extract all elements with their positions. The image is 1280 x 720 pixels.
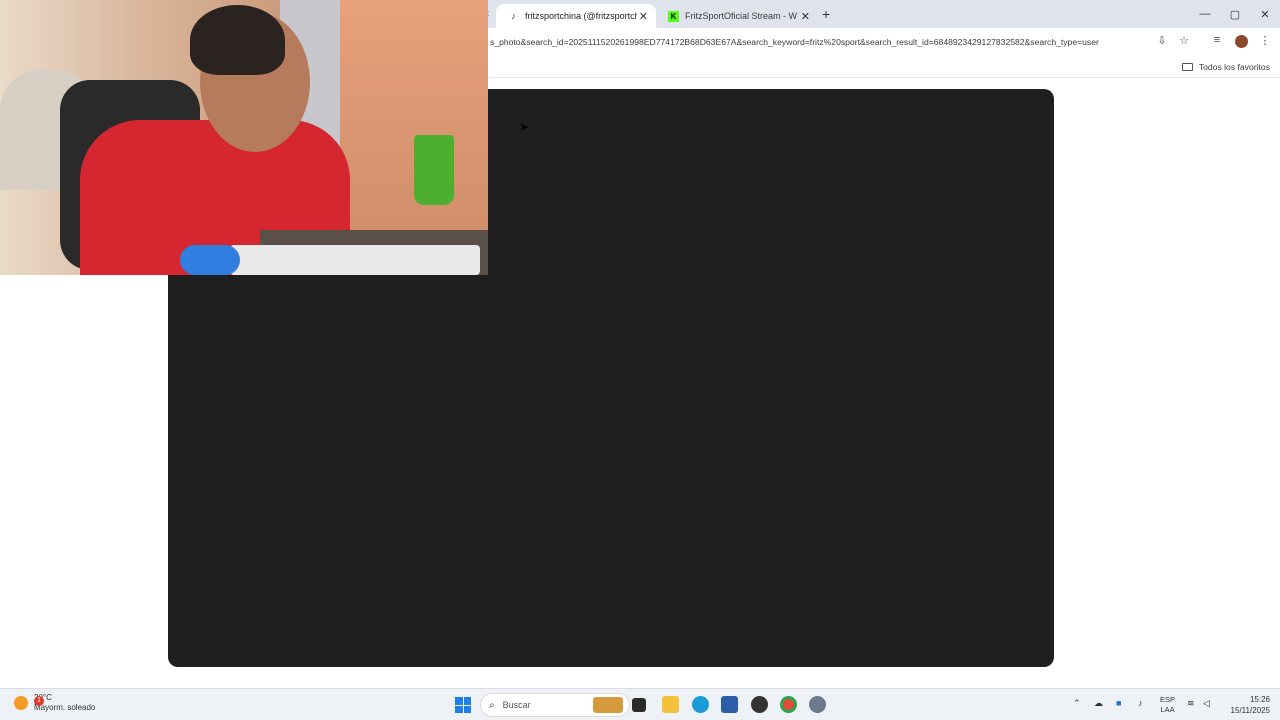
store-icon[interactable] — [721, 696, 738, 713]
address-bar[interactable]: s_photo&search_id=2025111520261998ED7741… — [490, 37, 1140, 47]
all-bookmarks-label: Todos los favoritos — [1198, 62, 1270, 72]
minimize-button[interactable]: — — [1190, 0, 1220, 28]
volume-icon[interactable]: ◁ — [1203, 698, 1210, 709]
notification-badge: 1 — [34, 696, 44, 706]
onedrive-icon[interactable]: ☁ — [1094, 698, 1103, 709]
taskbar-search[interactable]: ⌕ Buscar — [480, 693, 630, 717]
settings-icon[interactable] — [809, 696, 826, 713]
wifi-icon[interactable]: ≋ — [1187, 698, 1195, 709]
search-placeholder: Buscar — [502, 700, 531, 710]
tab-kick[interactable]: K FritzSportOficial Stream - Watc ✕ — [660, 4, 818, 28]
clock-time: 15:26 — [1249, 695, 1270, 704]
close-tab-icon[interactable]: ✕ — [639, 10, 648, 23]
tiktok-icon: ♪ — [511, 11, 516, 21]
tray-app-icon[interactable]: ■ — [1116, 698, 1121, 708]
tab-title: fritzsportchina (@fritzsportchi — [525, 11, 637, 21]
close-tab-icon[interactable]: ✕ — [801, 10, 810, 23]
chrome-icon[interactable] — [780, 696, 797, 713]
menu-icon[interactable]: ⋮ — [1257, 34, 1273, 47]
weather-description: Mayorm. soleado — [34, 703, 96, 712]
bookmark-star-icon[interactable]: ☆ — [1176, 34, 1192, 47]
search-highlight-image — [593, 697, 623, 713]
language-line1: ESP — [1160, 695, 1176, 704]
close-window-button[interactable]: ✕ — [1250, 0, 1280, 28]
language-indicator[interactable]: ESP LAA — [1160, 695, 1175, 715]
task-view-icon[interactable] — [632, 698, 646, 712]
webcam-overlay — [0, 0, 488, 275]
folder-icon — [1181, 63, 1193, 71]
weather-widget[interactable]: 1 20°C Mayorm. soleado — [14, 693, 95, 713]
webcam-person-hair — [190, 5, 285, 75]
install-app-icon[interactable]: ⇩ — [1154, 34, 1170, 47]
clock[interactable]: 15:26 15/11/2025 — [1222, 694, 1270, 716]
screen: ‹ ♪ fritzsportchina (@fritzsportchi ✕ K … — [0, 0, 1280, 720]
webcam-keyboard — [230, 245, 480, 275]
kick-icon: K — [668, 10, 679, 22]
tab-title: FritzSportOficial Stream - Watc — [685, 11, 797, 21]
app-icon[interactable] — [751, 696, 768, 713]
file-explorer-icon[interactable] — [662, 696, 679, 713]
clock-date: 15/11/2025 — [1230, 706, 1270, 715]
webcam-blue-object — [180, 245, 240, 275]
new-tab-button[interactable]: + — [822, 6, 830, 22]
profile-avatar[interactable] — [1235, 35, 1248, 48]
window-controls: — ▢ ✕ — [1190, 0, 1280, 28]
webcam-cup — [414, 135, 454, 205]
media-controls-icon[interactable]: ≡ — [1209, 34, 1225, 46]
mouse-cursor-icon: ➤ — [519, 120, 530, 134]
all-bookmarks-button[interactable]: Todos los favoritos — [1181, 62, 1270, 72]
edge-icon[interactable] — [692, 696, 709, 713]
maximize-button[interactable]: ▢ — [1220, 0, 1250, 28]
start-button[interactable] — [455, 697, 471, 713]
language-line2: LAA — [1160, 705, 1175, 714]
microphone-icon[interactable]: ♪ — [1138, 698, 1143, 708]
weather-sun-icon — [14, 696, 28, 710]
search-icon: ⌕ — [489, 699, 495, 711]
show-hidden-icons-icon[interactable]: ⌃ — [1073, 698, 1081, 709]
taskbar: 1 20°C Mayorm. soleado ⌕ Buscar ⌃ ☁ ■ ♪ … — [0, 688, 1280, 720]
tab-tiktok[interactable]: ♪ fritzsportchina (@fritzsportchi ✕ — [496, 4, 656, 28]
